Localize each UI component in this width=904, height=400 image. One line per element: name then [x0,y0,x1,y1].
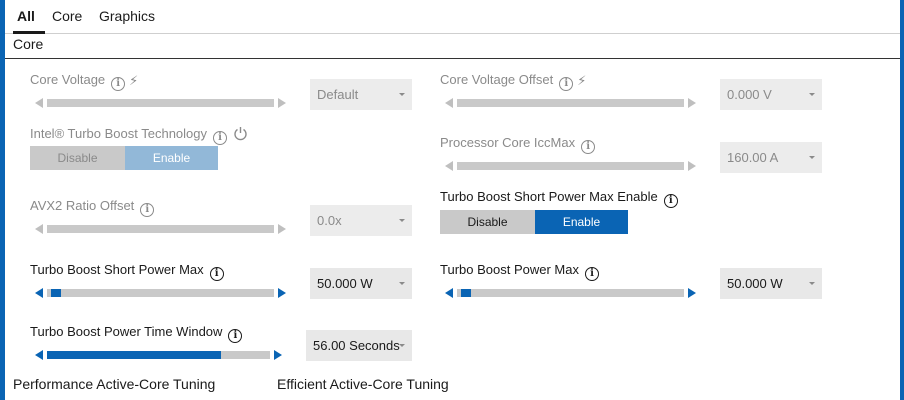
tab-bar: All Core Graphics [5,0,900,34]
core-voltage-label: Core Voltage i ⚡ [30,72,138,91]
short-power-enable-label-text: Turbo Boost Short Power Max Enable [440,189,658,204]
power-max-label: Turbo Boost Power Max i [440,262,599,281]
core-voltage-offset-dropdown-value: 0.000 V [727,87,772,102]
slider-fill [47,351,221,359]
chevron-down-icon [399,344,405,347]
info-icon[interactable]: i [559,77,574,91]
short-power-max-dropdown[interactable]: 50.000 W [310,268,412,299]
info-icon[interactable]: i [584,267,599,281]
chevron-down-icon [399,282,405,285]
power-max-slider[interactable] [445,287,696,299]
slider-decrement-arrow[interactable] [35,350,43,360]
slider-decrement-arrow[interactable] [35,224,43,234]
window-right-border [900,0,904,400]
slider-decrement-arrow[interactable] [35,98,43,108]
iccmax-slider[interactable] [445,160,696,172]
section-title: Core [13,36,44,52]
iccmax-label: Processor Core IccMax i [440,135,596,154]
slider-increment-arrow[interactable] [278,98,286,108]
turbo-boost-tech-toggle[interactable]: Disable Enable [30,146,218,170]
time-window-dropdown[interactable]: 56.00 Seconds [306,330,412,361]
short-power-max-slider[interactable] [35,287,286,299]
power-max-dropdown[interactable]: 50.000 W [720,268,822,299]
core-voltage-slider[interactable] [35,97,286,109]
avx2-slider[interactable] [35,223,286,235]
core-voltage-offset-slider[interactable] [445,97,696,109]
slider-increment-arrow[interactable] [278,224,286,234]
lightning-icon: ⚡ [577,73,587,88]
info-icon[interactable]: i [140,203,155,217]
core-voltage-dropdown[interactable]: Default [310,79,412,110]
tab-graphics[interactable]: Graphics [99,8,155,24]
chevron-down-icon [399,219,405,222]
avx2-label: AVX2 Ratio Offset i [30,198,155,217]
info-icon[interactable]: i [228,329,243,343]
info-icon[interactable]: i [663,194,678,208]
slider-track[interactable] [47,225,274,233]
info-icon[interactable]: i [111,77,126,91]
time-window-slider[interactable] [35,349,282,361]
iccmax-dropdown-value: 160.00 A [727,150,779,165]
slider-decrement-arrow[interactable] [445,288,453,298]
slider-increment-arrow[interactable] [274,350,282,360]
slider-thumb[interactable] [51,289,61,297]
tab-core[interactable]: Core [52,8,82,24]
iccmax-label-text: Processor Core IccMax [440,135,576,150]
slider-track[interactable] [47,289,274,297]
avx2-dropdown[interactable]: 0.0x [310,205,412,236]
slider-increment-arrow[interactable] [278,288,286,298]
time-window-label-text: Turbo Boost Power Time Window [30,324,223,339]
avx2-dropdown-value: 0.0x [317,213,342,228]
slider-thumb[interactable] [461,289,471,297]
window-left-border [0,0,5,400]
enable-option[interactable]: Enable [125,146,218,170]
info-icon[interactable]: i [581,140,596,154]
core-voltage-label-text: Core Voltage [30,72,106,87]
slider-track[interactable] [457,289,684,297]
enable-option[interactable]: Enable [535,210,628,234]
time-window-label: Turbo Boost Power Time Window i [30,324,243,343]
slider-track[interactable] [47,99,274,107]
active-tab-indicator [13,31,45,34]
info-icon[interactable]: i [213,131,228,145]
chevron-down-icon [809,93,815,96]
slider-track[interactable] [47,351,270,359]
turbo-boost-tech-label: Intel® Turbo Boost Technology i [30,126,248,145]
iccmax-dropdown[interactable]: 160.00 A [720,142,822,173]
tab-all[interactable]: All [17,8,35,24]
avx2-label-text: AVX2 Ratio Offset [30,198,135,213]
short-power-max-dropdown-value: 50.000 W [317,276,373,291]
core-voltage-offset-label-text: Core Voltage Offset [440,72,554,87]
power-max-dropdown-value: 50.000 W [727,276,783,291]
short-power-max-label-text: Turbo Boost Short Power Max [30,262,204,277]
power-max-label-text: Turbo Boost Power Max [440,262,579,277]
core-voltage-dropdown-value: Default [317,87,359,102]
disable-option[interactable]: Disable [440,210,535,234]
slider-increment-arrow[interactable] [688,161,696,171]
section-divider [5,58,900,59]
slider-track[interactable] [457,99,684,107]
slider-decrement-arrow[interactable] [35,288,43,298]
info-icon[interactable]: i [209,267,224,281]
slider-decrement-arrow[interactable] [445,98,453,108]
lightning-icon: ⚡ [129,73,139,88]
efficient-core-tuning-heading[interactable]: Efficient Active-Core Tuning [277,376,449,392]
slider-increment-arrow[interactable] [688,288,696,298]
disable-option[interactable]: Disable [30,146,125,170]
slider-decrement-arrow[interactable] [445,161,453,171]
short-power-enable-label: Turbo Boost Short Power Max Enable i [440,189,678,208]
slider-increment-arrow[interactable] [688,98,696,108]
short-power-enable-toggle[interactable]: Disable Enable [440,210,628,234]
time-window-dropdown-value: 56.00 Seconds [313,338,400,353]
power-icon [233,126,248,144]
performance-core-tuning-heading[interactable]: Performance Active-Core Tuning [13,376,215,392]
core-voltage-offset-label: Core Voltage Offset i ⚡ [440,72,586,91]
turbo-boost-tech-label-text: Intel® Turbo Boost Technology [30,126,208,141]
chevron-down-icon [399,93,405,96]
chevron-down-icon [809,282,815,285]
chevron-down-icon [809,156,815,159]
slider-track[interactable] [457,162,684,170]
core-voltage-offset-dropdown[interactable]: 0.000 V [720,79,822,110]
short-power-max-label: Turbo Boost Short Power Max i [30,262,224,281]
